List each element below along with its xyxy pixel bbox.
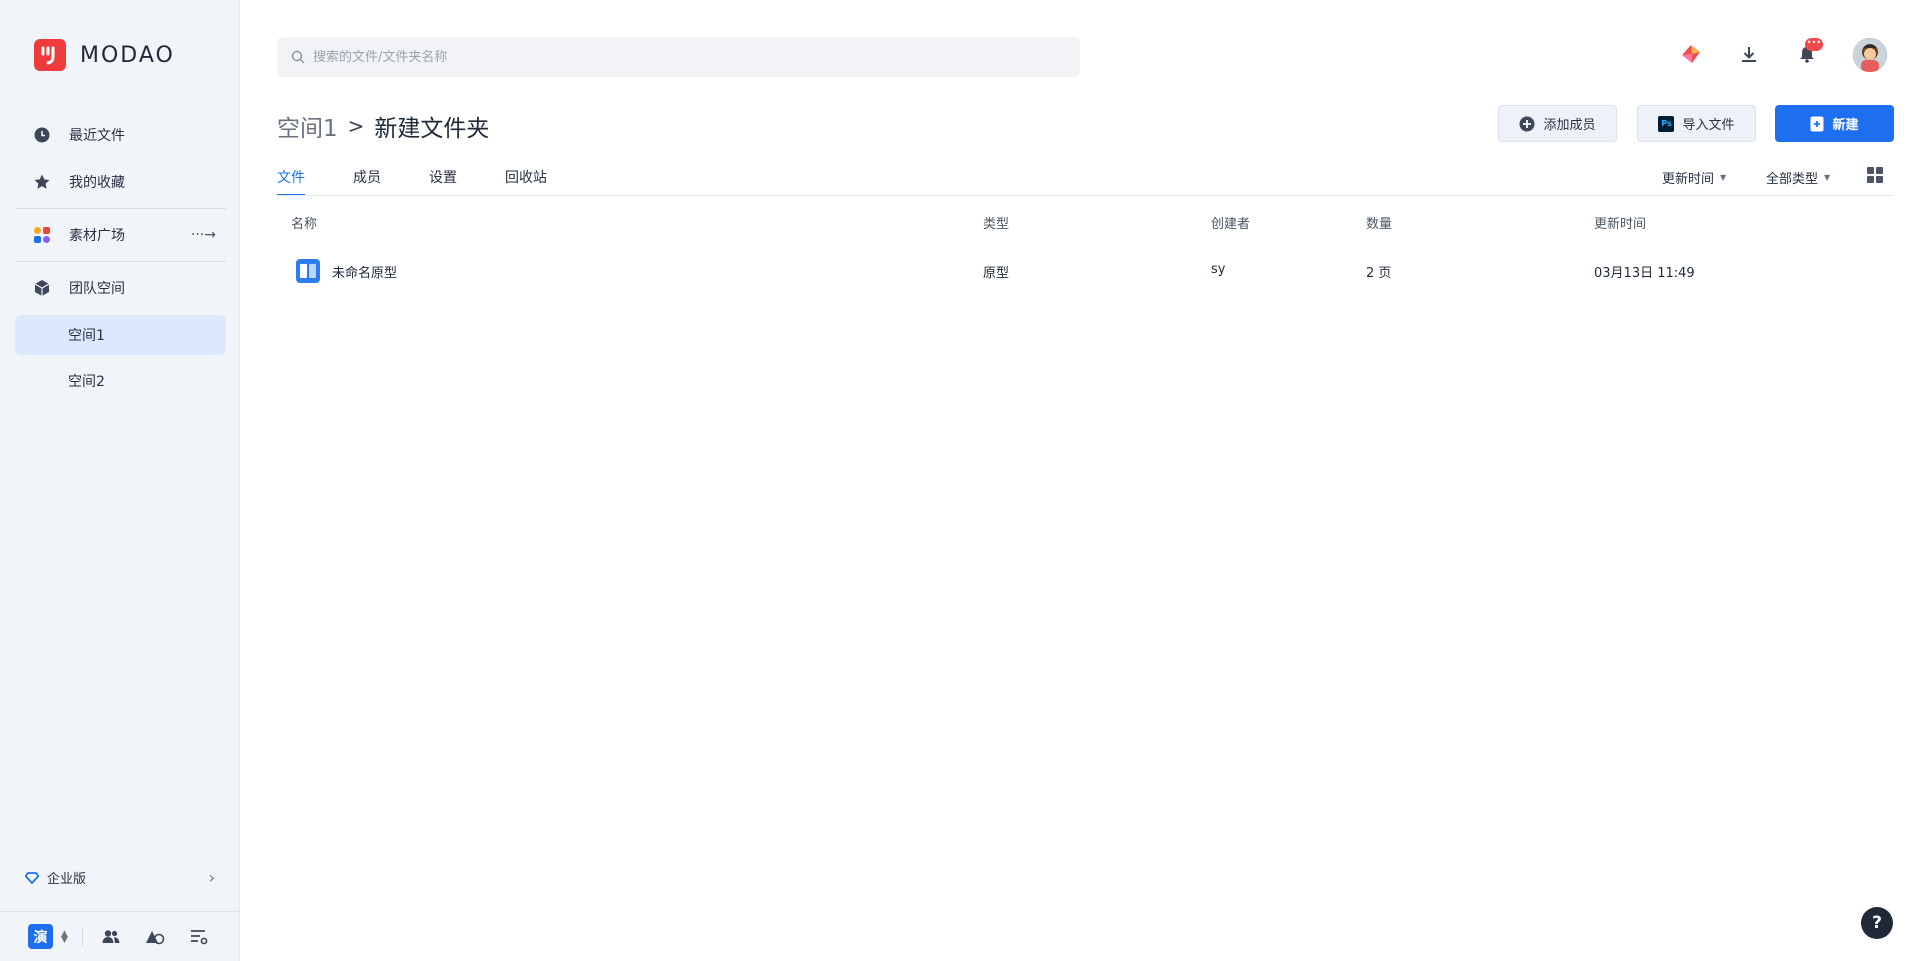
help-button[interactable]: ? (1861, 907, 1893, 939)
file-type: 原型 (983, 266, 1010, 281)
diamond-icon (25, 871, 39, 884)
nav-favorites[interactable]: 我的收藏 (15, 162, 226, 202)
space1-label: 空间1 (68, 328, 105, 344)
new-file-icon (1810, 116, 1824, 132)
file-creator: sy (1211, 262, 1226, 277)
notification-badge: ••• (1805, 38, 1823, 51)
workspace-badge[interactable]: 演 (28, 924, 53, 949)
tab-settings[interactable]: 设置 (429, 161, 457, 196)
sort-label: 更新时间 (1662, 172, 1715, 187)
space2-label: 空间2 (68, 374, 105, 390)
list-settings-icon[interactable] (189, 927, 209, 947)
page-title: 新建文件夹 (374, 116, 490, 142)
clock-icon (33, 126, 51, 144)
add-member-button[interactable]: 添加成员 (1498, 105, 1617, 142)
shapes-icon[interactable] (145, 927, 165, 947)
table-row[interactable]: 未命名原型 原型 sy 2 页 03月13日 11:49 (277, 252, 1894, 292)
arrow-right-icon[interactable]: ···→ (191, 227, 216, 243)
sidebar: MODAO 最近文件 我的收藏 素材广场 ···→ 团队空间 空间1 空间2 企… (0, 0, 240, 961)
nav-team-label: 团队空间 (69, 281, 125, 297)
breadcrumb-parent[interactable]: 空间1 (277, 109, 338, 143)
grid-view-icon[interactable] (1867, 167, 1883, 183)
search-icon (291, 50, 305, 64)
chevron-right-icon: › (208, 868, 215, 887)
photoshop-icon: Ps (1658, 115, 1675, 132)
new-button[interactable]: 新建 (1775, 105, 1894, 142)
prototype-file-icon (296, 259, 320, 283)
file-name[interactable]: 未命名原型 (332, 262, 397, 281)
enterprise-link[interactable]: 企业版 › (25, 868, 215, 887)
nav-materials[interactable]: 素材广场 ···→ (15, 215, 226, 255)
download-icon[interactable] (1737, 42, 1761, 66)
nav-materials-label: 素材广场 (69, 228, 125, 244)
import-file-label: 导入文件 (1682, 118, 1735, 133)
tab-divider (277, 195, 1894, 196)
search-bar[interactable] (277, 37, 1080, 77)
column-header-type[interactable]: 类型 (983, 213, 1009, 232)
column-header-name[interactable]: 名称 (291, 213, 317, 232)
nav-recent-label: 最近文件 (69, 128, 125, 144)
nav-recent-files[interactable]: 最近文件 (15, 115, 226, 155)
file-updated-time: 03月13日 11:49 (1594, 266, 1695, 281)
caret-down-icon: ▼ (1720, 173, 1727, 182)
column-header-count[interactable]: 数量 (1366, 213, 1392, 232)
modao-logo-icon (34, 39, 66, 71)
bottom-divider (81, 927, 83, 946)
file-page-count: 2 页 (1366, 266, 1392, 281)
import-file-button[interactable]: Ps 导入文件 (1637, 105, 1756, 142)
caret-down-icon: ▼ (1824, 173, 1831, 182)
column-header-updated[interactable]: 更新时间 (1594, 213, 1646, 232)
tab-members[interactable]: 成员 (353, 161, 381, 196)
user-avatar[interactable] (1853, 38, 1887, 72)
type-filter-dropdown[interactable]: 全部类型 ▼ (1766, 168, 1830, 187)
gift-icon[interactable] (1679, 42, 1703, 66)
enterprise-label: 企业版 (47, 872, 87, 887)
users-icon[interactable] (101, 927, 121, 947)
apps-icon (33, 226, 51, 244)
breadcrumb-separator-icon: > (347, 114, 365, 138)
tab-recycle-bin[interactable]: 回收站 (505, 161, 547, 196)
bell-icon[interactable]: ••• (1795, 38, 1823, 66)
type-filter-label: 全部类型 (1766, 172, 1819, 187)
brand-name: MODAO (80, 42, 175, 68)
add-member-label: 添加成员 (1543, 118, 1596, 133)
workspace-switch-icon[interactable]: ▲ ▼ (61, 929, 68, 944)
sidebar-item-space1[interactable]: 空间1 (15, 315, 226, 355)
sidebar-bottom-bar: 演 ▲ ▼ (0, 911, 240, 961)
nav-team-space[interactable]: 团队空间 (15, 268, 226, 308)
plus-circle-icon (1519, 116, 1535, 132)
sidebar-item-space2[interactable]: 空间2 (15, 361, 226, 401)
star-icon (33, 173, 51, 191)
breadcrumb: 空间1 > 新建文件夹 (277, 109, 489, 143)
sidebar-divider (15, 261, 226, 262)
search-input[interactable] (313, 49, 1013, 65)
new-label: 新建 (1832, 118, 1859, 133)
logo[interactable]: MODAO (34, 39, 175, 71)
tab-files[interactable]: 文件 (277, 161, 305, 196)
cube-icon (33, 279, 51, 297)
sidebar-divider (15, 208, 226, 209)
nav-favorites-label: 我的收藏 (69, 175, 125, 191)
sort-dropdown[interactable]: 更新时间 ▼ (1662, 168, 1726, 187)
tab-bar: 文件 成员 设置 回收站 (277, 161, 595, 196)
column-header-creator[interactable]: 创建者 (1211, 213, 1250, 232)
